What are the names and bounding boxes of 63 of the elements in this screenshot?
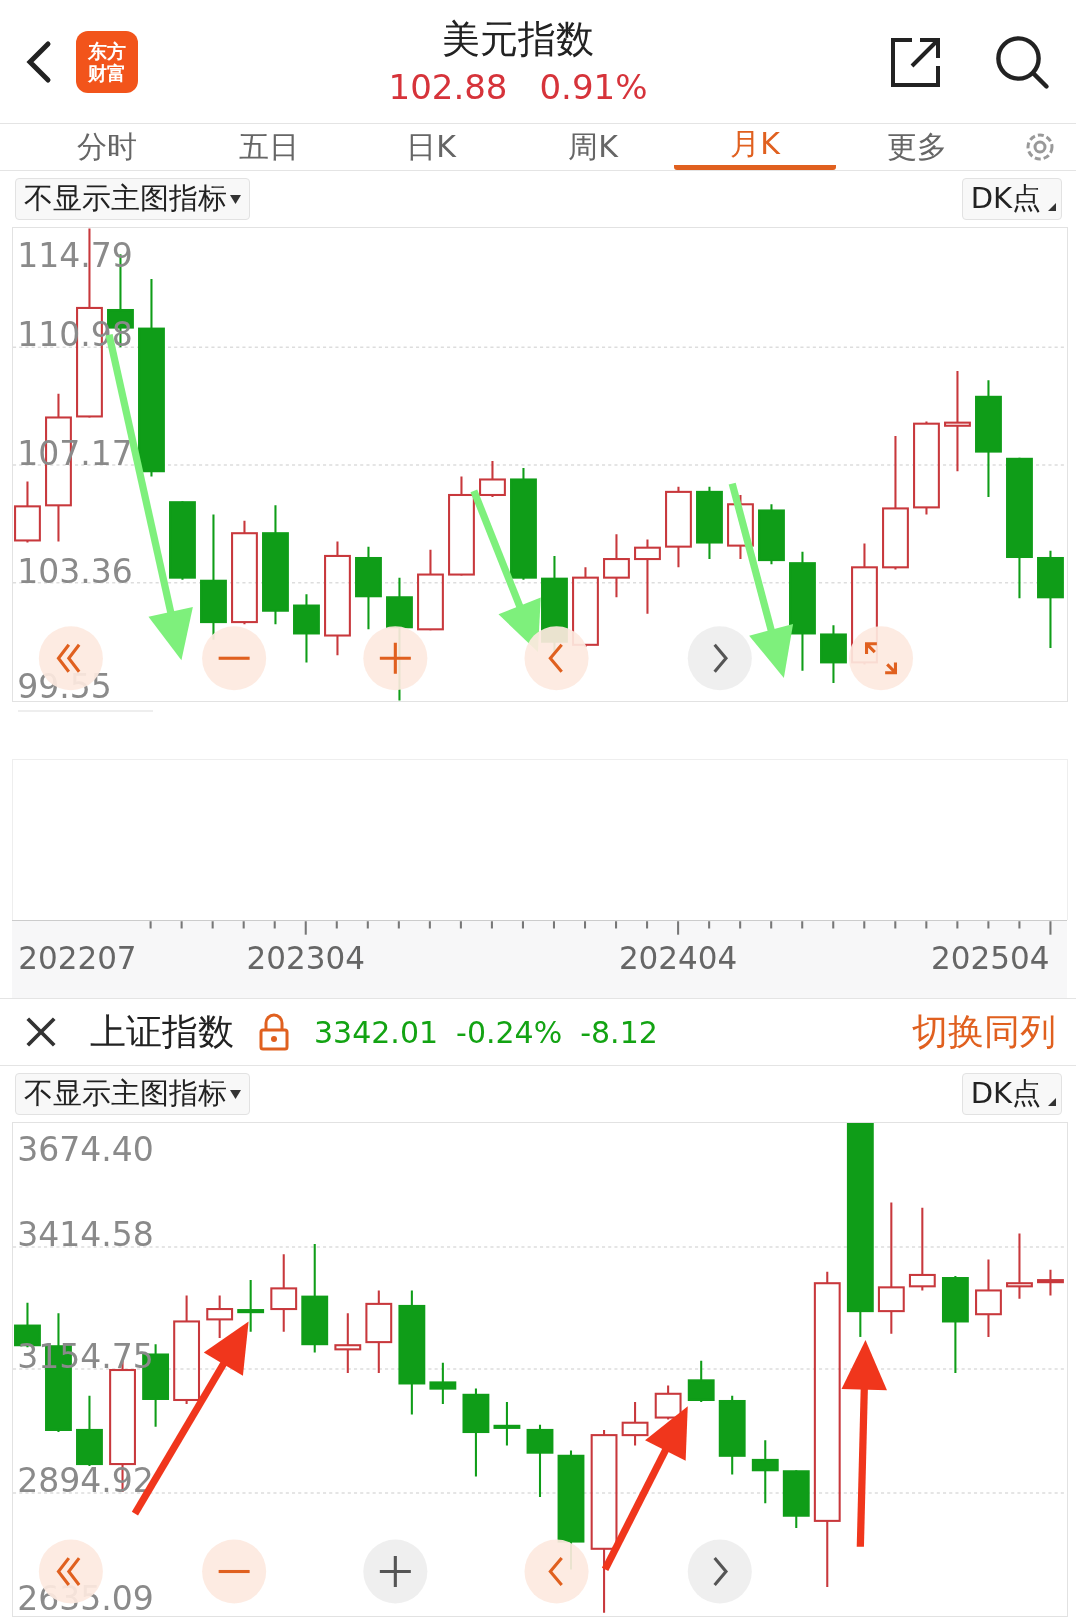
caret-icon [230,194,241,204]
indicator-select[interactable]: 不显示主图指标 [15,178,250,220]
axis-label: 2635.09 [17,1578,154,1616]
axis-label: 99.55 [17,666,112,701]
axis-label: 202207 [18,939,137,976]
chart-tab[interactable]: 周K [512,124,674,170]
axis-label: 202504 [931,939,1050,976]
next-button[interactable] [687,626,752,691]
candlestick [293,593,320,664]
change-percent-text: 0.91% [539,65,648,109]
dk-button[interactable]: DK点 [961,1073,1062,1115]
chart-tab[interactable]: 日K [350,124,512,170]
axis-label: 3414.58 [17,1215,154,1254]
axis-label: 202404 [618,939,738,976]
candlestick [727,493,754,561]
candlestick [206,1294,234,1339]
zoom-out-button[interactable] [202,1539,267,1604]
candlestick [758,503,785,566]
axis-label: 103.36 [17,551,133,591]
candlestick [429,1361,457,1406]
switch-link[interactable]: 切换同列 [912,1007,1056,1057]
candlestick [603,533,630,599]
candlestick [751,1439,779,1505]
chart-tab[interactable]: 五日 [188,124,350,170]
change-percent-text: -0.24% [456,1014,563,1050]
candlestick [782,1469,810,1530]
next-button[interactable] [687,1539,752,1604]
price-text: 3342.01 [314,1014,439,1050]
search-icon[interactable] [994,33,1050,90]
app-logo: 东方 财富 [76,30,138,93]
corner-icon [1048,203,1056,211]
close-icon[interactable] [24,1015,58,1049]
chart-tab[interactable]: 更多 [836,124,998,170]
dk-button[interactable]: DK点 [961,178,1062,220]
candlestick [1037,1268,1064,1297]
candlestick [237,1279,265,1333]
axis-label: 202304 [246,939,365,976]
previous-button[interactable] [524,626,589,691]
zoom-in-button[interactable] [363,626,428,691]
candlestick [14,480,41,544]
axis-label: 3674.40 [17,1130,154,1170]
fullscreen-button[interactable] [848,626,914,691]
zoom-in-button[interactable] [363,1539,428,1604]
candlestick [334,1312,362,1375]
candlestick [820,624,847,685]
candlestick [1006,1232,1033,1300]
lock-icon[interactable] [258,1012,290,1052]
index-name: 上证指数 [90,1009,234,1054]
chart-tab[interactable]: 月K [674,124,836,170]
window-title: 美元指数 [442,15,594,63]
chart-tab[interactable]: 分时 [26,124,188,170]
candlestick [479,459,506,499]
previous-button[interactable] [524,1539,589,1604]
change-text: -8.12 [580,1014,658,1050]
corner-icon [1048,1098,1056,1106]
zoom-out-button[interactable] [202,626,267,691]
candlestick [621,1401,649,1447]
candlestick [493,1401,521,1447]
indicator-select[interactable]: 不显示主图指标 [15,1073,250,1115]
price-text: 102.88 [388,65,508,109]
candlestick [654,1384,682,1421]
caret-icon [230,1089,241,1099]
candlestick [687,1359,715,1404]
